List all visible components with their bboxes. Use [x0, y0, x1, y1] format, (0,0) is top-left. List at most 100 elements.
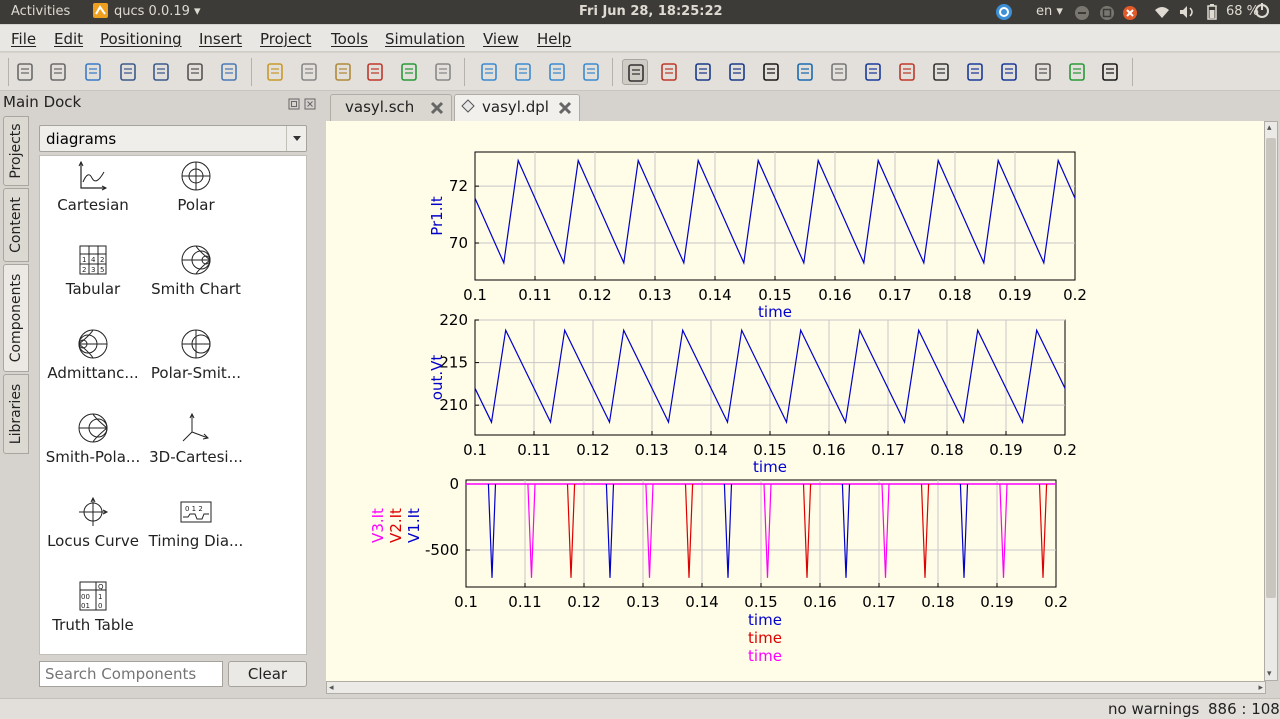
- rotate-icon[interactable]: [758, 59, 784, 85]
- undo-icon[interactable]: [396, 59, 422, 85]
- search-components-input[interactable]: [39, 661, 223, 687]
- palette-item-label: Polar-Smit...: [150, 364, 242, 382]
- zoom-fit-icon[interactable]: [476, 59, 502, 85]
- menu-help[interactable]: Help: [537, 30, 571, 48]
- port-icon[interactable]: [996, 59, 1022, 85]
- window-minimize-icon[interactable]: [1074, 5, 1090, 25]
- x-tick-label: 0.15: [744, 593, 777, 611]
- wire-label-icon[interactable]: [894, 59, 920, 85]
- edit-component-icon[interactable]: [656, 59, 682, 85]
- close-icon[interactable]: [182, 59, 208, 85]
- zoom-in-icon[interactable]: [544, 59, 570, 85]
- wifi-icon[interactable]: [1154, 5, 1170, 23]
- redo-icon[interactable]: [430, 59, 456, 85]
- enter-subcircuit-icon[interactable]: [792, 59, 818, 85]
- mirror-y-icon[interactable]: [724, 59, 750, 85]
- language-indicator[interactable]: en ▾: [1036, 4, 1063, 19]
- menu-project[interactable]: Project: [260, 30, 311, 48]
- print-icon[interactable]: [216, 59, 242, 85]
- palette-item-polar-smith[interactable]: Polar-Smit...: [146, 328, 246, 382]
- category-dropdown[interactable]: diagrams: [39, 125, 307, 152]
- zoom-out-icon[interactable]: [578, 59, 604, 85]
- tab-vasyl-dpl[interactable]: vasyl.dpl: [454, 94, 580, 122]
- scroll-thumb[interactable]: [1266, 138, 1276, 598]
- equation-icon[interactable]: [928, 59, 954, 85]
- palette-item-tabular[interactable]: 142 235 Tabular: [43, 244, 143, 298]
- sync-icon[interactable]: [995, 3, 1013, 25]
- zoom-selection-icon[interactable]: [510, 59, 536, 85]
- dock-close-icon[interactable]: [304, 95, 316, 114]
- open-folder-icon[interactable]: [80, 59, 106, 85]
- volume-icon[interactable]: [1179, 5, 1197, 23]
- x-tick-label: 0.1: [454, 593, 478, 611]
- settings-power-icon[interactable]: [1254, 3, 1270, 23]
- vtab-content[interactable]: Content: [3, 188, 29, 262]
- tab-vasyl-sch[interactable]: vasyl.sch: [330, 94, 452, 121]
- palette-item-smith-polar[interactable]: Smith-Pola...: [43, 412, 143, 466]
- vtab-projects[interactable]: Projects: [3, 116, 29, 186]
- menu-view[interactable]: View: [483, 30, 519, 48]
- menu-simulation[interactable]: Simulation: [385, 30, 465, 48]
- paste-icon[interactable]: [330, 59, 356, 85]
- activities-button[interactable]: Activities: [11, 4, 70, 19]
- new-file-icon[interactable]: [12, 59, 38, 85]
- battery-icon[interactable]: [1207, 4, 1217, 24]
- scroll-down-icon[interactable]: ▾: [1267, 669, 1272, 679]
- select-arrow-icon[interactable]: [622, 59, 648, 85]
- x-tick-label: 0.13: [626, 593, 659, 611]
- svg-text:4: 4: [91, 256, 96, 264]
- palette-item-admittance[interactable]: Admittanc...: [43, 328, 143, 382]
- tab-close-icon[interactable]: [557, 100, 573, 120]
- wire-icon[interactable]: [860, 59, 886, 85]
- menu-file[interactable]: File: [11, 30, 36, 48]
- save-all-icon[interactable]: [148, 59, 174, 85]
- delete-icon[interactable]: [362, 59, 388, 85]
- menu-tools[interactable]: Tools: [331, 30, 368, 48]
- palette-item-truth-table[interactable]: Q 00 1 01 0 Truth Table: [43, 580, 143, 634]
- x-tick-label: 0.19: [989, 441, 1022, 459]
- y-axis-label: out.Vt: [428, 355, 446, 401]
- simulate-icon[interactable]: [1030, 59, 1056, 85]
- vtab-libraries[interactable]: Libraries: [3, 374, 29, 454]
- dropdown-arrow-icon[interactable]: [286, 126, 306, 151]
- clock[interactable]: Fri Jun 28, 18:25:22: [579, 4, 723, 19]
- window-close-icon[interactable]: [1122, 5, 1138, 25]
- marker-icon[interactable]: [1097, 59, 1123, 85]
- app-menu-button[interactable]: qucs 0.0.19 ▾: [114, 4, 201, 19]
- svg-text:0 1 2: 0 1 2: [185, 505, 203, 513]
- palette-item-polar[interactable]: Polar: [146, 160, 246, 214]
- menu-positioning[interactable]: Positioning: [100, 30, 182, 48]
- copy-icon[interactable]: [296, 59, 322, 85]
- clear-button[interactable]: Clear: [228, 661, 307, 687]
- horizontal-scrollbar[interactable]: ◂ ▸: [326, 681, 1266, 694]
- vertical-scrollbar[interactable]: ▴ ▾: [1264, 121, 1278, 681]
- palette-item-label: Timing Dia...: [148, 532, 244, 550]
- dock-float-icon[interactable]: [288, 95, 300, 114]
- toolbar-separator: [464, 58, 465, 86]
- scroll-up-icon[interactable]: ▴: [1267, 123, 1272, 133]
- palette-item-cartesian[interactable]: Cartesian: [43, 160, 143, 214]
- ground-icon[interactable]: [962, 59, 988, 85]
- tab-close-icon[interactable]: [429, 100, 445, 120]
- palette-item-timing-diagram[interactable]: 0 1 2 Timing Dia...: [146, 496, 246, 550]
- scroll-left-icon[interactable]: ◂: [329, 683, 334, 693]
- cut-icon[interactable]: [262, 59, 288, 85]
- exit-subcircuit-icon[interactable]: [826, 59, 852, 85]
- palette-item-smith-chart[interactable]: Smith Chart: [146, 244, 246, 298]
- scroll-right-icon[interactable]: ▸: [1258, 683, 1263, 693]
- menu-edit[interactable]: Edit: [54, 30, 83, 48]
- cursor-position: 886 : 108: [1208, 700, 1280, 718]
- schematic-canvas[interactable]: 0.1 0.11 0.12 0.13 0.14 0.15 0.16 0.17 0.18 0.19 0…: [326, 121, 1266, 681]
- palette-item-3d-cartesian[interactable]: 3D-Cartesi...: [146, 412, 246, 466]
- window-restore-icon[interactable]: [1099, 5, 1115, 25]
- palette-item-locus-curve[interactable]: Locus Curve: [43, 496, 143, 550]
- x-tick-label: 0.14: [685, 593, 718, 611]
- new-text-icon[interactable]: [45, 59, 71, 85]
- mirror-x-icon[interactable]: [690, 59, 716, 85]
- x-tick-label: 0.15: [753, 441, 786, 459]
- vtab-components[interactable]: Components: [3, 264, 29, 372]
- data-display-icon[interactable]: [1064, 59, 1090, 85]
- save-icon[interactable]: [115, 59, 141, 85]
- component-palette: Cartesian Polar 142235 Tabular Smith Cha…: [39, 155, 307, 655]
- menu-insert[interactable]: Insert: [199, 30, 242, 48]
